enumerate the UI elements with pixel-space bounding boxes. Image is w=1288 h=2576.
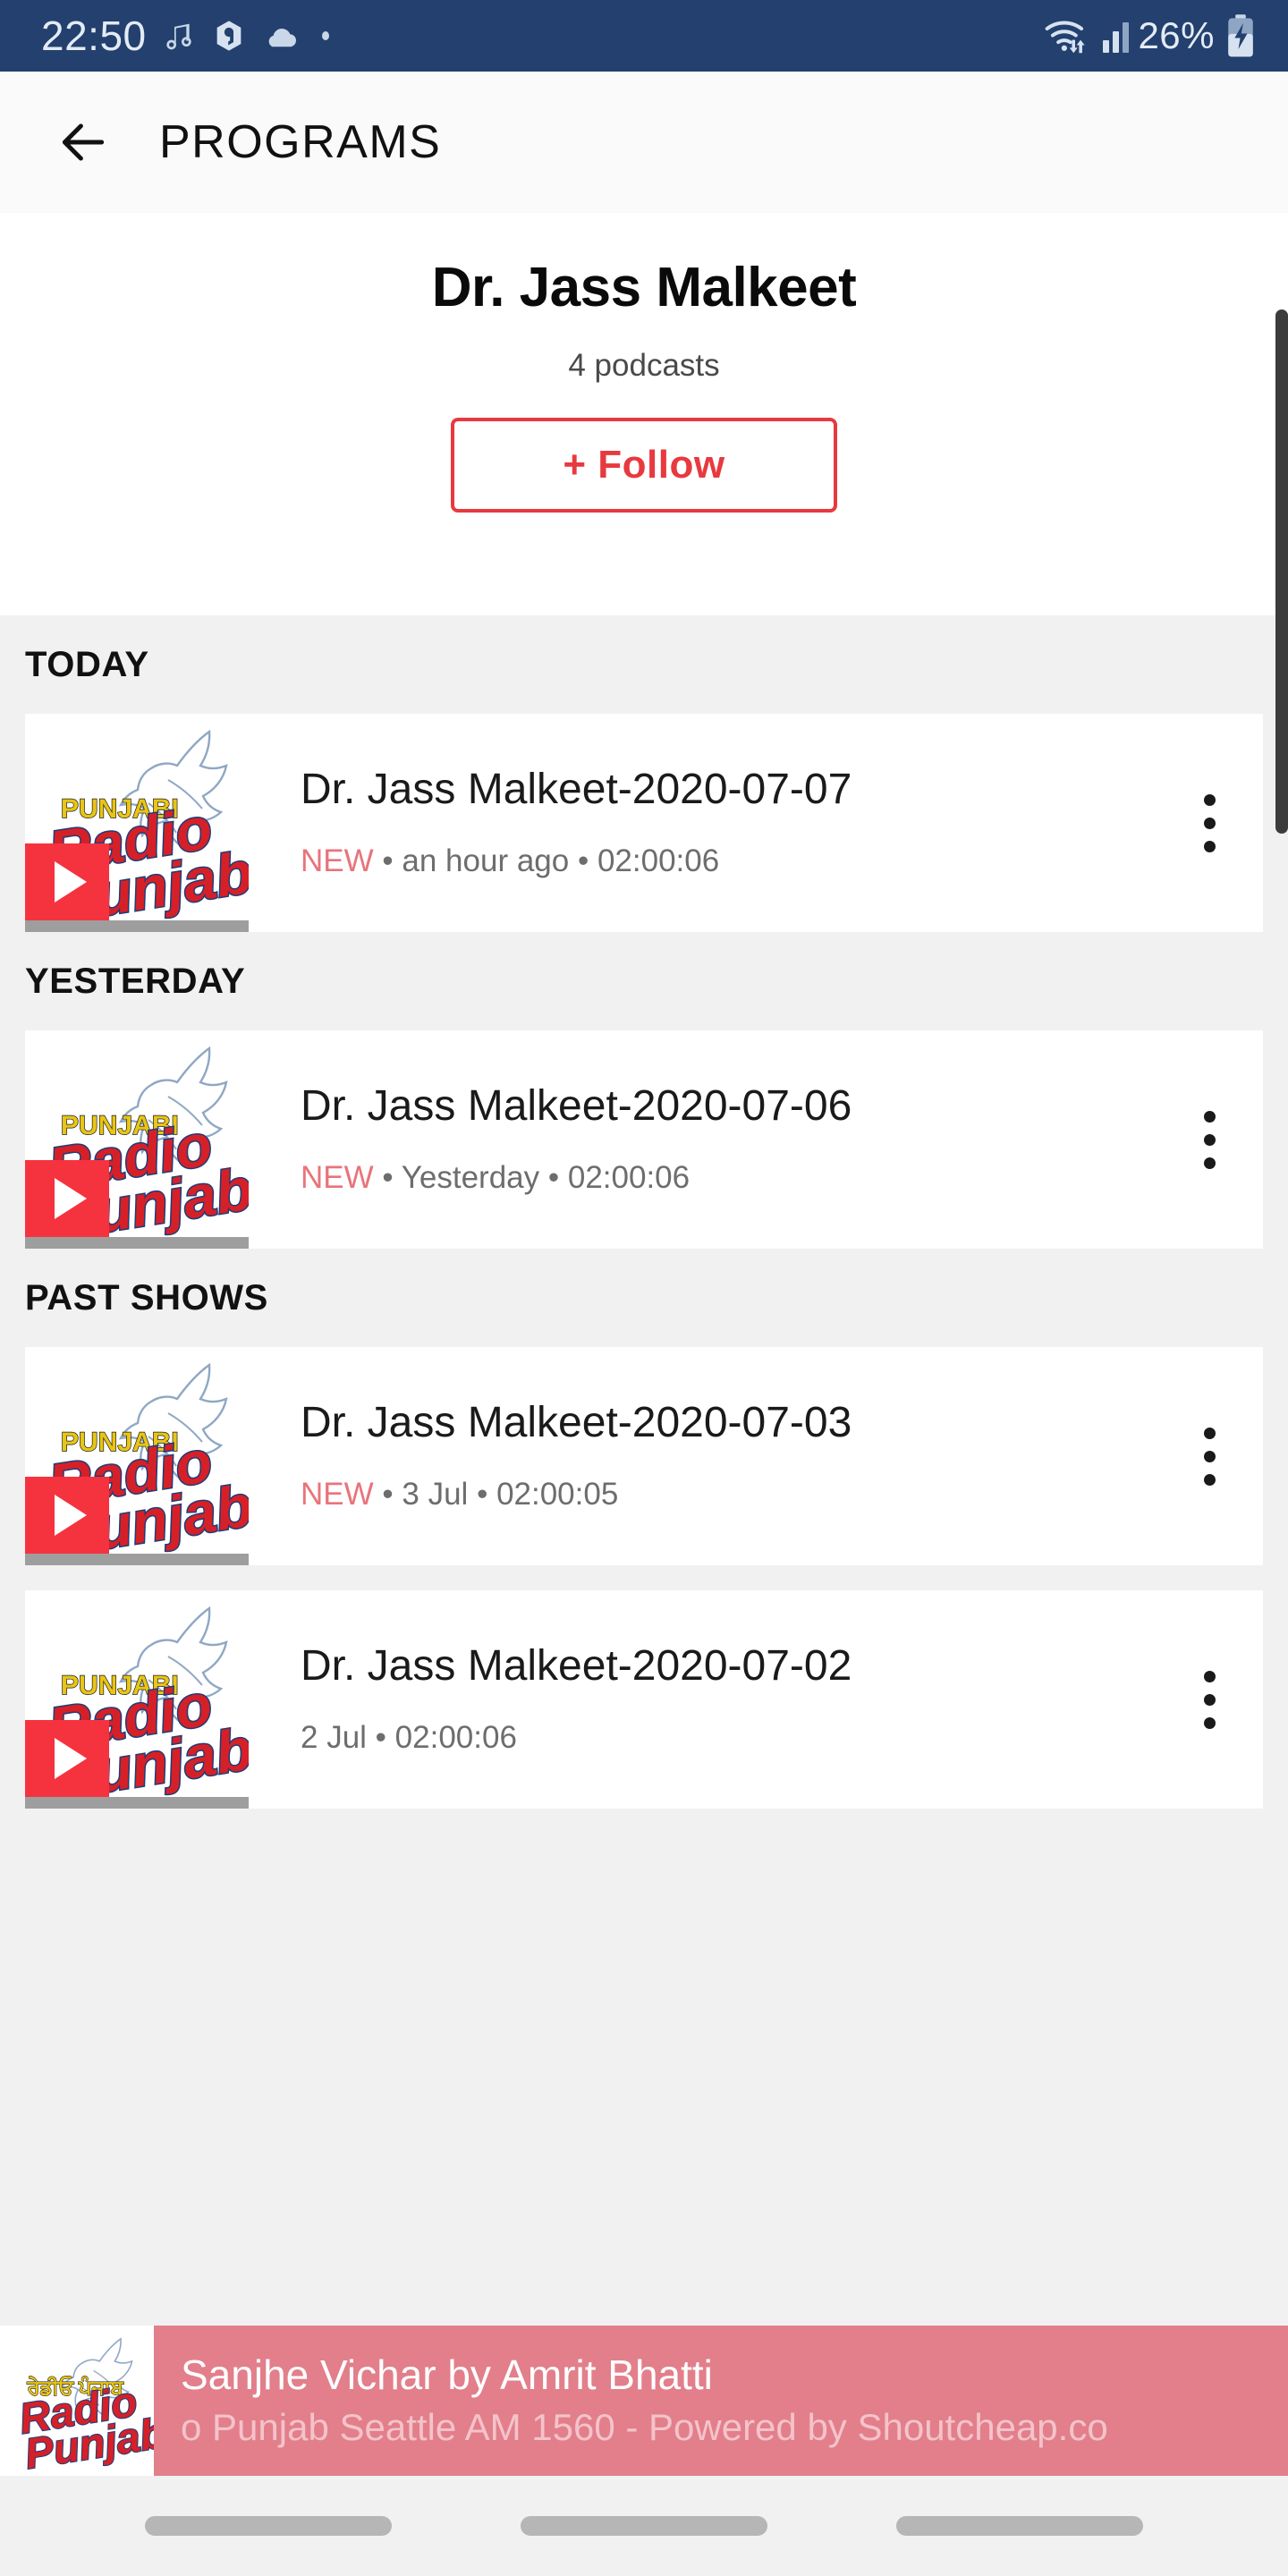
section-header: TODAY: [25, 644, 149, 684]
play-icon: [54, 1738, 87, 1779]
meta-separator: •: [382, 1160, 394, 1196]
play-button[interactable]: [25, 843, 109, 920]
page-title: PROGRAMS: [159, 116, 442, 168]
wifi-icon: [1046, 21, 1086, 54]
system-nav-bar: [0, 2476, 1288, 2576]
app-bar: PROGRAMS: [0, 72, 1288, 213]
more-vertical-icon: [1203, 1670, 1216, 1729]
new-badge: NEW: [301, 843, 374, 879]
episode-date: 2 Jul: [301, 1720, 367, 1756]
play-button[interactable]: [25, 1477, 109, 1554]
episode-thumbnail[interactable]: PUNJABI Radio Punjab: [25, 1030, 249, 1249]
meta-separator: •: [477, 1477, 488, 1513]
meta-separator: •: [382, 1477, 394, 1513]
status-bar-clock: 22:50: [41, 13, 147, 59]
status-bar: 22:50 26%: [0, 0, 1288, 72]
episode-title: Dr. Jass Malkeet-2020-07-06: [301, 1082, 852, 1130]
episode-date: 3 Jul: [402, 1477, 469, 1513]
back-button[interactable]: [50, 109, 116, 175]
meta-separator: •: [375, 1720, 386, 1756]
mini-player[interactable]: ਰੇਡੀਓ ਪੰਜਾਬ Radio Punjab Sanjhe Vichar b…: [0, 2326, 1288, 2476]
status-bar-left: 22:50: [41, 15, 336, 56]
play-icon: [54, 1495, 87, 1536]
episode-meta: 2 Jul • 02:00:06: [301, 1720, 1147, 1756]
episode-overflow-menu[interactable]: [1156, 1590, 1263, 1809]
episode-progress-bar[interactable]: [25, 1237, 249, 1249]
episode-overflow-menu[interactable]: [1156, 714, 1263, 932]
mini-player-title: Sanjhe Vichar by Amrit Bhatti: [181, 2351, 713, 2399]
play-icon: [54, 861, 87, 902]
episode-info: Dr. Jass Malkeet-2020-07-03 NEW • 3 Jul •…: [249, 1347, 1156, 1565]
episode-info: Dr. Jass Malkeet-2020-07-02 2 Jul • 02:00…: [249, 1590, 1156, 1809]
episode-meta: NEW • 3 Jul • 02:00:05: [301, 1477, 1147, 1513]
episode-thumbnail[interactable]: PUNJABI Radio Punjab: [25, 1347, 249, 1565]
dot-icon: [321, 31, 329, 40]
podcast-row[interactable]: PUNJABI Radio Punjab Dr. Jass Malkeet-20…: [25, 1347, 1263, 1565]
mini-player-subtitle: o Punjab Seattle AM 1560 - Powered by Sh…: [181, 2406, 1108, 2449]
follow-button[interactable]: + Follow: [451, 418, 837, 513]
episode-overflow-menu[interactable]: [1156, 1347, 1263, 1565]
episode-duration: 02:00:06: [567, 1160, 691, 1196]
episode-progress-bar[interactable]: [25, 1797, 249, 1809]
episode-duration: 02:00:06: [597, 843, 720, 879]
nav-pill-recents[interactable]: [145, 2516, 392, 2536]
battery-percent-label: 26%: [1138, 14, 1215, 56]
meta-separator: •: [547, 1160, 560, 1196]
episode-duration: 02:00:05: [496, 1477, 619, 1513]
cloud-icon: [268, 29, 296, 47]
app-screen: 22:50 26% PROGRAMS Dr. Jass Malkeet 4 po…: [0, 0, 1288, 2576]
episode-overflow-menu[interactable]: [1156, 1030, 1263, 1249]
podcast-count-label: 4 podcasts: [568, 348, 720, 383]
episode-date: Yesterday: [401, 1160, 540, 1196]
more-vertical-icon: [1203, 793, 1216, 852]
battery-charging-icon: [1228, 14, 1253, 57]
more-vertical-icon: [1203, 1427, 1216, 1486]
episode-info: Dr. Jass Malkeet-2020-07-06 NEW • Yesterd…: [249, 1030, 1156, 1249]
section-header: YESTERDAY: [25, 961, 246, 1001]
podcast-row[interactable]: PUNJABI Radio Punjab Dr. Jass Malkeet-20…: [25, 714, 1263, 932]
music-note-icon: [165, 23, 191, 50]
episode-info: Dr. Jass Malkeet-2020-07-07 NEW • an hour…: [249, 714, 1156, 932]
episode-thumbnail[interactable]: PUNJABI Radio Punjab: [25, 1590, 249, 1809]
artist-header: Dr. Jass Malkeet 4 podcasts + Follow: [0, 213, 1288, 615]
new-badge: NEW: [301, 1477, 374, 1513]
nav-pill-home[interactable]: [521, 2516, 767, 2536]
mini-player-info: Sanjhe Vichar by Amrit Bhatti o Punjab S…: [154, 2326, 1288, 2476]
mini-player-artwork: ਰੇਡੀਓ ਪੰਜਾਬ Radio Punjab: [0, 2326, 154, 2476]
episode-title: Dr. Jass Malkeet-2020-07-07: [301, 766, 852, 813]
signal-icon: [1103, 19, 1130, 53]
podcast-row[interactable]: PUNJABI Radio Punjab Dr. Jass Malkeet-20…: [25, 1030, 1263, 1249]
meta-separator: •: [577, 843, 589, 879]
more-vertical-icon: [1203, 1110, 1216, 1169]
section-header: PAST SHOWS: [25, 1277, 268, 1318]
arrow-left-icon: [62, 123, 105, 161]
nav-pill-back[interactable]: [896, 2516, 1143, 2536]
episode-meta: NEW • an hour ago • 02:00:06: [301, 843, 1147, 879]
episode-date: an hour ago: [402, 843, 570, 879]
play-icon: [54, 1178, 87, 1219]
episode-thumbnail[interactable]: PUNJABI Radio Punjab: [25, 714, 249, 932]
play-button[interactable]: [25, 1160, 109, 1237]
app-badge-icon: [216, 21, 241, 51]
status-bar-right: 26%: [1040, 13, 1258, 58]
new-badge: NEW: [301, 1160, 374, 1196]
episode-progress-bar[interactable]: [25, 920, 249, 932]
episode-progress-bar[interactable]: [25, 1554, 249, 1565]
podcast-row[interactable]: PUNJABI Radio Punjab Dr. Jass Malkeet-20…: [25, 1590, 1263, 1809]
podcast-list: TODAY PUNJABI Radio Punjab Dr. Jass Malk…: [0, 615, 1288, 1809]
episode-duration: 02:00:06: [394, 1720, 517, 1756]
episode-meta: NEW • Yesterday • 02:00:06: [301, 1160, 1147, 1196]
play-button[interactable]: [25, 1720, 109, 1797]
artist-name: Dr. Jass Malkeet: [431, 257, 857, 318]
episode-title: Dr. Jass Malkeet-2020-07-03: [301, 1399, 852, 1446]
meta-separator: •: [382, 843, 394, 879]
radio-punjab-logo: ਰੇਡੀਓ ਪੰਜਾਬ Radio Punjab: [0, 2326, 154, 2476]
episode-title: Dr. Jass Malkeet-2020-07-02: [301, 1642, 852, 1690]
